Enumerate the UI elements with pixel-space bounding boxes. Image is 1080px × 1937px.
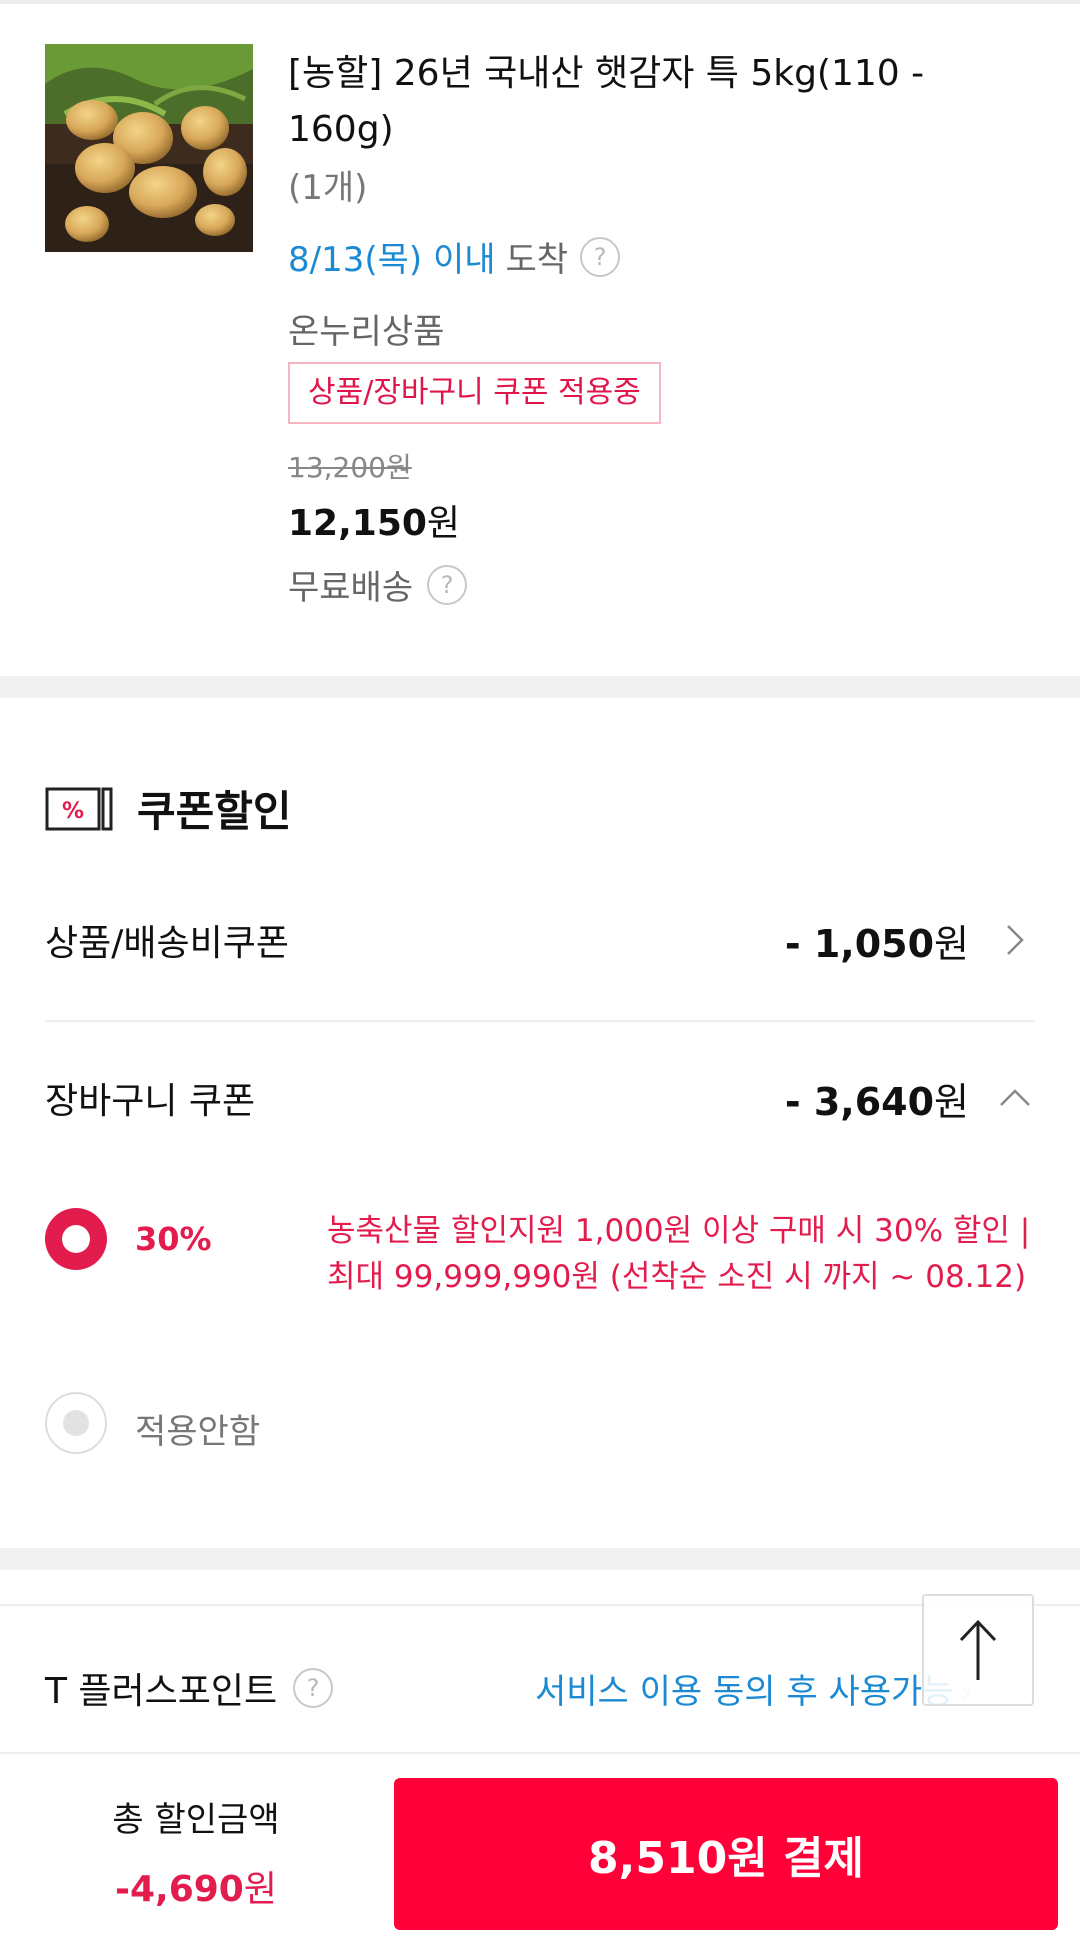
- onnuri-label: 온누리상품: [288, 312, 445, 352]
- tplus-label: T 플러스포인트: [45, 1671, 278, 1712]
- tplus-point-row[interactable]: T 플러스포인트 ? 서비스 이용 동의 후 사용가능›: [45, 1648, 1035, 1728]
- radio-unselected[interactable]: [45, 1392, 107, 1454]
- coupon-applied-badge: 상품/장바구니 쿠폰 적용중: [288, 362, 661, 424]
- shipping-label: 무료배송: [288, 568, 414, 608]
- sale-price: 12,150원: [288, 503, 461, 544]
- option-label: 적용안함: [135, 1412, 261, 1452]
- shipping-info: 무료배송 ?: [288, 560, 468, 609]
- original-price: 13,200원: [288, 451, 412, 484]
- row-amount: - 1,050원: [784, 921, 969, 966]
- row-label: 상품/배송비쿠폰: [45, 923, 289, 964]
- coupon-option-none[interactable]: 적용안함: [45, 1392, 1035, 1456]
- help-icon[interactable]: ?: [580, 236, 621, 277]
- pay-button[interactable]: 8,510원 결제: [394, 1778, 1058, 1930]
- section-separator: [0, 1548, 1080, 1570]
- help-icon[interactable]: ?: [427, 564, 468, 605]
- chevron-up-icon[interactable]: [995, 1087, 1035, 1109]
- tplus-label-wrap: T 플러스포인트 ?: [45, 1662, 334, 1714]
- radio-selected[interactable]: [45, 1208, 107, 1270]
- cart-coupon-row[interactable]: 장바구니 쿠폰 - 3,640원: [45, 1058, 1035, 1138]
- option-percent: 30%: [135, 1220, 212, 1258]
- scroll-top-button[interactable]: [922, 1594, 1034, 1706]
- arrival-date: 8/13(목) 이내: [288, 240, 496, 280]
- coupon-option-30[interactable]: 30% 농축산물 할인지원 1,000원 이상 구매 시 30% 할인 | 최대…: [45, 1208, 1035, 1358]
- arrow-up-icon: [959, 1619, 997, 1680]
- product-card: [농할] 26년 국내산 햇감자 특 5kg(110 - 160g) (1개) …: [0, 4, 1080, 676]
- product-quantity: (1개): [288, 168, 368, 208]
- arrival-info: 8/13(목) 이내 도착 ?: [288, 232, 621, 281]
- section-separator: [0, 676, 1080, 698]
- row-divider: [45, 1020, 1035, 1022]
- coupon-ticket-icon: %: [45, 787, 113, 830]
- row-label: 장바구니 쿠폰: [45, 1081, 256, 1122]
- chevron-right-icon[interactable]: [995, 923, 1035, 957]
- row-divider: [0, 1604, 1080, 1606]
- tplus-consent-link[interactable]: 서비스 이용 동의 후 사용가능›: [535, 1664, 973, 1713]
- total-discount-label: 총 할인금액: [112, 1800, 280, 1840]
- option-description: 농축산물 할인지원 1,000원 이상 구매 시 30% 할인 | 최대 99,…: [327, 1213, 1031, 1295]
- bottom-checkout-bar: 총 할인금액 -4,690원 8,510원 결제: [0, 1752, 1080, 1937]
- product-title[interactable]: [농할] 26년 국내산 햇감자 특 5kg(110 - 160g): [288, 46, 1028, 158]
- coupon-section-header: % 쿠폰할인: [45, 778, 292, 839]
- help-icon[interactable]: ?: [293, 1668, 334, 1708]
- row-amount: - 3,640원: [784, 1079, 969, 1124]
- svg-text:%: %: [62, 799, 84, 824]
- coupon-section-title: 쿠폰할인: [137, 787, 292, 836]
- arrival-suffix: 도착: [505, 240, 569, 280]
- total-discount-amount: -4,690원: [115, 1869, 277, 1910]
- product-shipping-coupon-row[interactable]: 상품/배송비쿠폰 - 1,050원: [45, 900, 1035, 980]
- product-thumbnail[interactable]: [45, 44, 253, 252]
